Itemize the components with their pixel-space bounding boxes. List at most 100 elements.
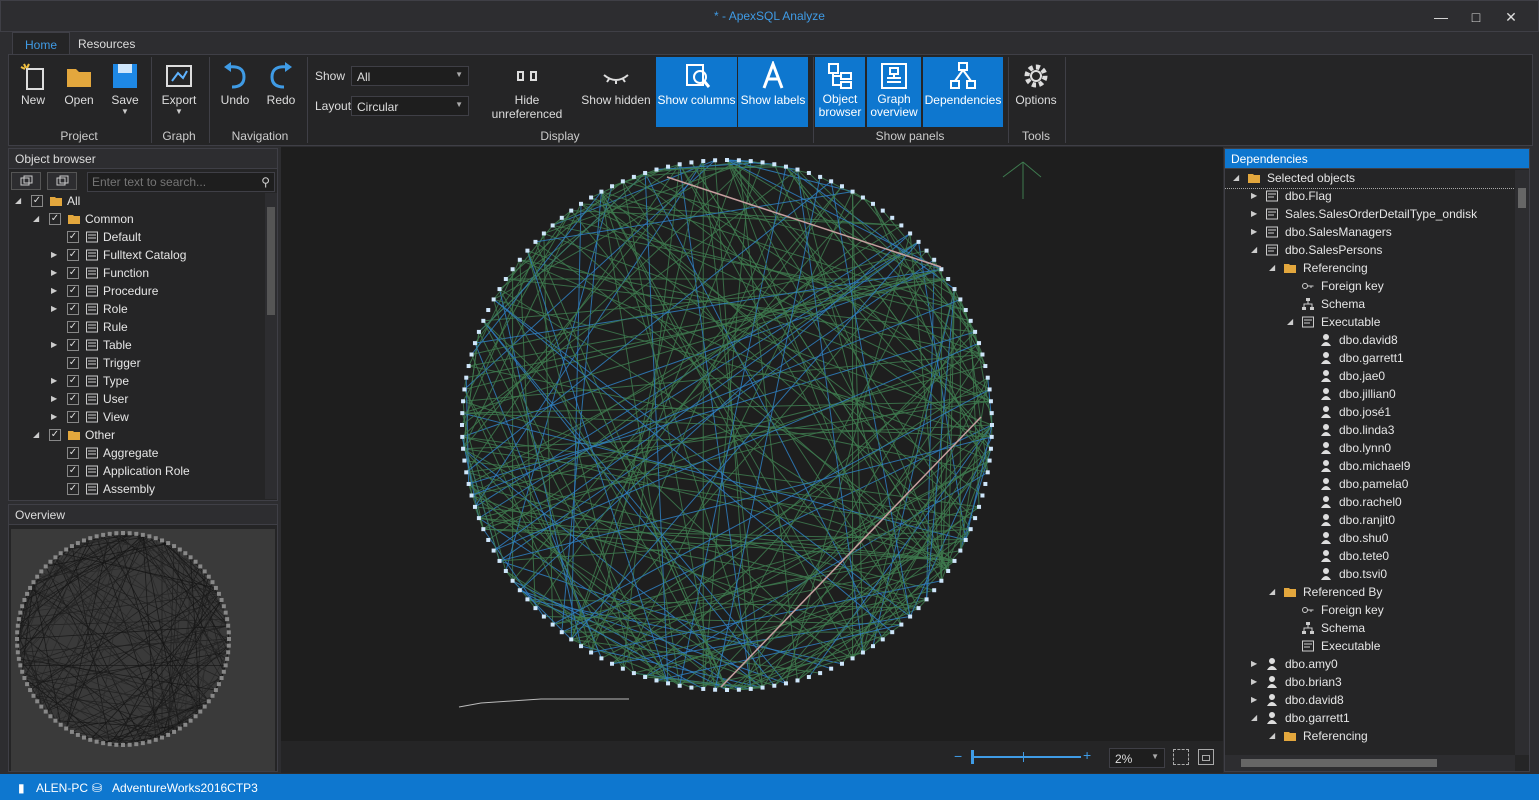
- graph-node[interactable]: [15, 630, 20, 635]
- graph-node[interactable]: [713, 687, 718, 692]
- checkbox[interactable]: ✓: [67, 339, 79, 351]
- search-icon[interactable]: ⚲: [261, 175, 270, 189]
- graph-node[interactable]: [850, 189, 855, 194]
- checkbox[interactable]: ✓: [67, 393, 79, 405]
- graph-node[interactable]: [64, 726, 69, 731]
- graph-node[interactable]: [127, 742, 132, 747]
- graph-node[interactable]: [932, 257, 937, 262]
- expanded-arrow-icon[interactable]: ◢: [1269, 731, 1279, 740]
- dependency-tree-item[interactable]: ▶ dbo.SalesManagers: [1225, 224, 1515, 242]
- graph-node[interactable]: [147, 534, 152, 539]
- graph-node[interactable]: [689, 160, 694, 165]
- graph-node[interactable]: [225, 617, 230, 622]
- dependency-tree-item[interactable]: ◢ Executable: [1225, 314, 1515, 332]
- graph-node[interactable]: [15, 637, 19, 641]
- graph-node[interactable]: [223, 610, 228, 615]
- graph-node[interactable]: [850, 656, 855, 661]
- graph-node[interactable]: [462, 387, 467, 392]
- dependency-tree-item[interactable]: dbo.pamela0: [1225, 476, 1515, 494]
- expanded-arrow-icon[interactable]: ◢: [33, 430, 43, 439]
- checkbox[interactable]: ✓: [67, 285, 79, 297]
- graph-node[interactable]: [968, 527, 973, 532]
- zoom-slider-handle[interactable]: [971, 750, 974, 764]
- graph-node[interactable]: [101, 741, 106, 746]
- dependency-tree-item[interactable]: Foreign key: [1225, 278, 1515, 296]
- graph-node[interactable]: [226, 643, 231, 648]
- dependency-tree-item[interactable]: ▶ dbo.brian3: [1225, 674, 1515, 692]
- graph-node[interactable]: [58, 722, 63, 727]
- graph-node[interactable]: [69, 544, 74, 549]
- dependency-tree-item[interactable]: Executable: [1225, 638, 1515, 656]
- graph-node[interactable]: [985, 470, 990, 475]
- graph-node[interactable]: [153, 536, 158, 541]
- graph-node[interactable]: [223, 663, 228, 668]
- graph-node[interactable]: [226, 630, 231, 635]
- graph-node[interactable]: [213, 585, 218, 590]
- graph-node[interactable]: [216, 682, 221, 687]
- graph-node[interactable]: [210, 580, 215, 585]
- dependency-tree-item[interactable]: dbo.david8: [1225, 332, 1515, 350]
- graph-node[interactable]: [20, 669, 25, 674]
- dependency-tree-item[interactable]: ◢ Referencing: [1225, 728, 1515, 746]
- graph-node[interactable]: [193, 714, 198, 719]
- graph-node[interactable]: [952, 558, 957, 563]
- object-tree-item[interactable]: ▶ ✓ Table: [9, 337, 265, 355]
- graph-node[interactable]: [589, 650, 594, 655]
- show-select[interactable]: All ▼: [351, 66, 469, 86]
- dependency-tree-item[interactable]: ◢ Referencing: [1225, 260, 1515, 278]
- graph-node[interactable]: [980, 352, 985, 357]
- object-tree-item[interactable]: ✓ Rule: [9, 319, 265, 337]
- dependency-tree-item[interactable]: dbo.tete0: [1225, 548, 1515, 566]
- checkbox[interactable]: ✓: [67, 447, 79, 459]
- graph-node[interactable]: [631, 174, 636, 179]
- collapsed-arrow-icon[interactable]: ▶: [51, 412, 61, 421]
- graph-node[interactable]: [481, 527, 486, 532]
- collapsed-arrow-icon[interactable]: ▶: [1251, 677, 1261, 686]
- graph-node[interactable]: [94, 534, 99, 539]
- graph-node[interactable]: [225, 656, 230, 661]
- graph-node[interactable]: [839, 184, 844, 189]
- graph-node[interactable]: [202, 569, 207, 574]
- dependencies-hscrollbar[interactable]: [1225, 755, 1515, 771]
- graph-node[interactable]: [654, 167, 659, 172]
- graph-node[interactable]: [677, 683, 682, 688]
- graph-node[interactable]: [579, 644, 584, 649]
- graph-node[interactable]: [924, 248, 929, 253]
- graph-node[interactable]: [952, 287, 957, 292]
- graph-node[interactable]: [140, 532, 145, 537]
- graph-node[interactable]: [114, 742, 119, 747]
- dependency-tree-item[interactable]: dbo.josé1: [1225, 404, 1515, 422]
- dependency-tree-item[interactable]: ▶ dbo.Flag: [1225, 188, 1515, 206]
- graph-node[interactable]: [818, 174, 823, 179]
- undo-button[interactable]: Undo: [215, 57, 255, 127]
- graph-node[interactable]: [989, 411, 994, 416]
- expanded-arrow-icon[interactable]: ◢: [1251, 713, 1261, 722]
- graph-node[interactable]: [987, 387, 992, 392]
- collapsed-arrow-icon[interactable]: ▶: [51, 340, 61, 349]
- graph-node[interactable]: [460, 423, 464, 427]
- graph-node[interactable]: [88, 536, 93, 541]
- export-button[interactable]: Export ▼: [155, 57, 203, 127]
- graph-node[interactable]: [476, 329, 481, 334]
- graph-node[interactable]: [18, 663, 23, 668]
- graph-node[interactable]: [939, 578, 944, 583]
- dependency-tree-item[interactable]: dbo.michael9: [1225, 458, 1515, 476]
- fit-to-window-icon[interactable]: [1173, 749, 1189, 765]
- graph-node[interactable]: [533, 606, 538, 611]
- dependency-tree-item[interactable]: ▶ dbo.amy0: [1225, 656, 1515, 674]
- graph-node[interactable]: [464, 470, 469, 475]
- graph-node[interactable]: [589, 195, 594, 200]
- scrollbar-thumb[interactable]: [1241, 759, 1437, 767]
- graph-node[interactable]: [689, 685, 694, 690]
- graph-node[interactable]: [134, 531, 139, 536]
- graph-node[interactable]: [491, 548, 496, 553]
- close-icon[interactable]: ✕: [1497, 7, 1525, 27]
- dependency-tree-item[interactable]: dbo.shu0: [1225, 530, 1515, 548]
- collapsed-arrow-icon[interactable]: ▶: [1251, 191, 1261, 200]
- dependency-tree-item[interactable]: dbo.tsvi0: [1225, 566, 1515, 584]
- graph-node[interactable]: [701, 159, 706, 164]
- graph-node[interactable]: [890, 630, 895, 635]
- graph-node[interactable]: [643, 170, 648, 175]
- graph-node[interactable]: [469, 352, 474, 357]
- zoom-in-icon[interactable]: +: [1083, 747, 1091, 763]
